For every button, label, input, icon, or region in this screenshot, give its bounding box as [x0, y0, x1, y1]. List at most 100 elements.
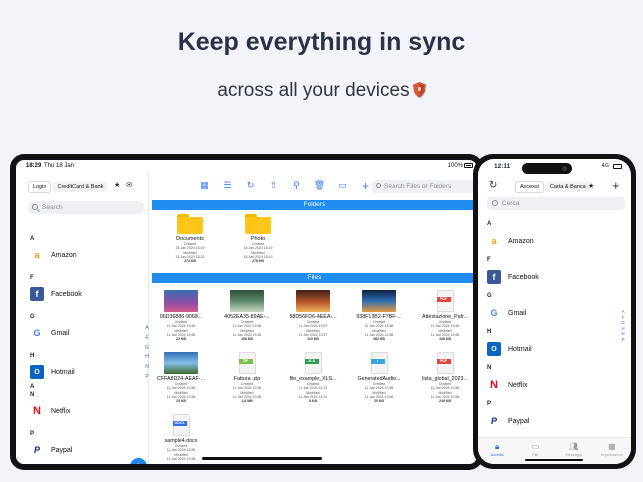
file-item[interactable]: PDF Attestazione_Pafr... Created 11 Jan 202… — [414, 290, 476, 341]
phone-top-bar: ↻ Accessi Carta & Banca ★ + — [478, 178, 631, 195]
phone-search-placeholder: Cerca — [502, 200, 520, 207]
list-item-facebook[interactable]: f Facebook — [30, 286, 82, 302]
trash-icon[interactable]: 🗑 — [313, 179, 326, 192]
list-item-facebook[interactable]: f Facebook — [487, 269, 539, 285]
file-type-tag: PDF — [436, 297, 451, 302]
list-item-gmail[interactable]: G Gmail — [30, 325, 69, 341]
promo-stage: Keep everything in sync across all your … — [0, 0, 643, 482]
phone-segment-control: Accessi Carta & Banca — [515, 181, 590, 193]
share-icon[interactable]: ⇧ — [267, 179, 280, 192]
segment-creditcard-bank[interactable]: CreditCard & Bank — [53, 182, 108, 192]
tab-impostazioni[interactable]: ▦ Impostazioni — [595, 442, 629, 464]
search-icon — [492, 200, 498, 206]
tab-label: File — [532, 453, 539, 457]
star-icon[interactable]: ★ — [114, 181, 120, 189]
battery-icon — [464, 163, 473, 168]
file-item[interactable]: ♪ GeneratedAudio... Created 11 Jan 2024 13:… — [348, 352, 410, 403]
shield-icon — [412, 82, 426, 98]
section-letter: A — [30, 384, 35, 390]
meta-size: 1,8 MB — [241, 399, 253, 404]
tab-accessi[interactable]: 🔒︎ Accessi — [480, 442, 514, 464]
section-letter: N — [487, 365, 492, 371]
section-letter: H — [30, 353, 35, 359]
netflix-icon: N — [490, 379, 498, 391]
list-item-hotmail[interactable]: O Hotmail — [30, 364, 75, 380]
item-label: Hotmail — [508, 345, 532, 353]
tab-label: Impostazioni — [601, 453, 623, 457]
headline: Keep everything in sync — [177, 28, 466, 56]
section-letter: P — [487, 401, 492, 407]
file-item[interactable]: 4052EA35-89AE-... Created 11 Jan 2024 13:5… — [216, 290, 278, 341]
folder-photo[interactable]: Photo Created 18 Jan 2024 18:19 Modified… — [230, 214, 286, 263]
file-item[interactable]: CFFA8D24-AEAF-... Created 11 Jan 2024 13:5… — [150, 352, 212, 403]
item-label: Amazon — [51, 251, 77, 259]
file-item[interactable]: 58D56FD6-4EEA-... Created 11 Jan 2024 13:5… — [282, 290, 344, 341]
segment-accessi[interactable]: Accessi — [515, 181, 544, 193]
index-letter[interactable]: P — [620, 337, 626, 343]
search-icon[interactable]: ⚲ — [290, 179, 303, 192]
folder-icon[interactable]: ▭ — [336, 179, 349, 192]
facebook-icon: f — [30, 287, 44, 301]
file-item[interactable]: 06D36886-9068... Created 11 Jan 2024 13:56… — [150, 290, 212, 341]
image-thumbnail — [164, 352, 198, 374]
meta-size: 278 KB — [252, 259, 264, 264]
file-item[interactable]: DOCX sample4.docx Created 11 Jan 2024 13:56… — [150, 414, 212, 461]
grid-icon: ▦ — [608, 442, 616, 451]
star-icon[interactable]: ★ — [588, 182, 594, 190]
tablet-segment-control: Login CreditCard & Bank — [28, 181, 108, 193]
item-label: Paypal — [508, 417, 530, 425]
list-item-netflix[interactable]: N Netflix — [30, 403, 70, 419]
file-item[interactable]: PDF lista_global_2023... Created 11 Jan 202… — [414, 352, 476, 403]
plus-icon[interactable]: + — [359, 179, 372, 193]
meta-size: 382 KB — [373, 337, 385, 342]
list-item-amazon[interactable]: a Amazon — [30, 247, 77, 263]
list-item-amazon[interactable]: a Amazon — [487, 233, 533, 249]
folder-icon — [177, 214, 203, 234]
list-item-gmail[interactable]: G Gmail — [487, 305, 526, 321]
facebook-icon: f — [487, 270, 501, 284]
google-icon: G — [490, 308, 498, 318]
section-letter: G — [30, 314, 35, 320]
list-item-hotmail[interactable]: O Hotmail — [487, 341, 532, 357]
file-type-tag: DOCX — [172, 421, 187, 426]
search-icon — [376, 183, 381, 188]
amazon-icon: a — [34, 250, 40, 260]
tablet-search-input[interactable]: Search — [28, 201, 144, 214]
file-item[interactable]: ZIP Fattura .zip Created 11 Jan 2024 13:56 M… — [216, 352, 278, 403]
segment-carta-banca[interactable]: Carta & Banca — [545, 182, 590, 192]
google-icon: G — [33, 328, 41, 338]
tablet-time: 18:29 — [26, 163, 42, 169]
file-item[interactable]: XLS file_example_XLS... Created 11 Jan 2024… — [282, 352, 344, 403]
file-type-tag: ♪ — [370, 359, 385, 364]
list-item-netflix[interactable]: N Netflix — [487, 377, 527, 393]
file-type-tag: PDF — [436, 359, 451, 364]
plus-icon[interactable]: + — [612, 178, 620, 193]
file-item[interactable]: 938F13B2-F7BF-... Created 11 Jan 2024 13:5… — [348, 290, 410, 341]
outlook-icon: O — [487, 342, 501, 356]
image-thumbnail — [164, 290, 198, 312]
search-icon — [32, 204, 38, 210]
file-search-placeholder: Search Files or Folders — [384, 183, 452, 190]
list-item-paypal[interactable]: P Paypal — [30, 442, 72, 458]
add-button[interactable]: + — [130, 458, 147, 464]
docx-file-icon: DOCX — [172, 414, 190, 436]
sync-icon[interactable]: ↻ — [489, 180, 497, 191]
qr-code-icon[interactable]: ▦ — [198, 179, 211, 192]
list-item-paypal[interactable]: P Paypal — [487, 413, 529, 429]
netflix-icon: N — [33, 405, 41, 417]
segment-login[interactable]: Login — [28, 181, 52, 193]
sync-icon[interactable]: ↻ — [244, 179, 257, 192]
folders-header: Folders — [152, 200, 477, 210]
file-search-input[interactable]: Search Files or Folders — [372, 180, 474, 193]
folder-documents[interactable]: Documents Created 18 Jan 2024 18:19 Modi… — [162, 214, 218, 263]
tablet-sidebar-actions: ★ ✉ — [114, 181, 132, 189]
phone-search-input[interactable]: Cerca — [487, 197, 625, 210]
list-view-icon[interactable]: ☰ — [221, 179, 234, 192]
section-letter: A — [487, 221, 492, 227]
tablet-screen: 18:29 Thu 18 Jan 100% Login CreditCard &… — [16, 160, 477, 464]
pdf-file-icon: PDF — [436, 352, 454, 374]
mail-icon[interactable]: ✉ — [126, 181, 132, 189]
phone-alpha-index[interactable]: A F G H N P — [620, 309, 626, 343]
tablet-status-bar: 18:29 Thu 18 Jan 100% — [16, 160, 477, 172]
section-letter: A — [30, 236, 35, 242]
